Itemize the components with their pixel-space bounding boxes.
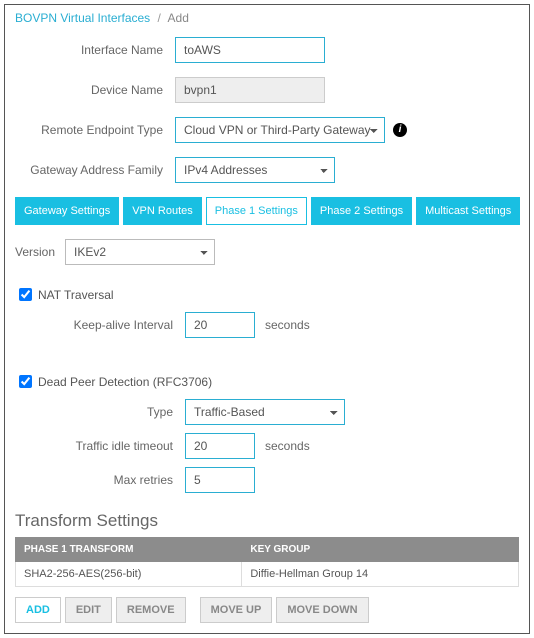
gw-family-select[interactable]: IPv4 Addresses: [175, 157, 335, 183]
keepalive-input[interactable]: [185, 312, 255, 338]
breadcrumb-root-link[interactable]: BOVPN Virtual Interfaces: [15, 11, 150, 25]
dpd-checkbox[interactable]: [19, 375, 32, 388]
cell-keygroup: Diffie-Hellman Group 14: [242, 562, 519, 587]
nat-traversal-checkbox[interactable]: [19, 288, 32, 301]
breadcrumb-sep: /: [158, 11, 161, 25]
interface-name-label: Interface Name: [15, 43, 175, 57]
moveup-button[interactable]: MOVE UP: [200, 597, 273, 623]
tab-multicast-settings[interactable]: Multicast Settings: [416, 197, 520, 225]
cell-transform: SHA2-256-AES(256-bit): [16, 562, 242, 587]
nat-traversal-label: NAT Traversal: [38, 288, 114, 302]
idle-timeout-input[interactable]: [185, 433, 255, 459]
col-key-group: Key Group: [242, 538, 519, 562]
add-button[interactable]: ADD: [15, 597, 61, 623]
remote-endpoint-label: Remote Endpoint Type: [15, 123, 175, 137]
version-select[interactable]: IKEv2: [65, 239, 215, 265]
remote-endpoint-select[interactable]: Cloud VPN or Third-Party Gateway: [175, 117, 385, 143]
keepalive-unit: seconds: [265, 318, 310, 332]
info-icon[interactable]: i: [393, 123, 407, 137]
interface-name-input[interactable]: [175, 37, 325, 63]
idle-timeout-label: Traffic idle timeout: [15, 439, 185, 453]
tab-phase1-settings[interactable]: Phase 1 Settings: [206, 197, 307, 225]
gw-family-label: Gateway Address Family: [15, 163, 175, 177]
max-retries-input[interactable]: [185, 467, 255, 493]
device-name-input: [175, 77, 325, 103]
dpd-type-select[interactable]: Traffic-Based: [185, 399, 345, 425]
remove-button[interactable]: REMOVE: [116, 597, 186, 623]
col-phase1-transform: Phase 1 Transform: [16, 538, 242, 562]
tab-vpn-routes[interactable]: VPN Routes: [123, 197, 202, 225]
movedown-button[interactable]: MOVE DOWN: [276, 597, 368, 623]
keepalive-label: Keep-alive Interval: [15, 318, 185, 332]
breadcrumb: BOVPN Virtual Interfaces / Add: [15, 11, 519, 25]
max-retries-label: Max retries: [15, 473, 185, 487]
tabstrip: Gateway Settings VPN Routes Phase 1 Sett…: [15, 197, 519, 225]
table-row[interactable]: SHA2-256-AES(256-bit) Diffie-Hellman Gro…: [16, 562, 519, 587]
transform-heading: Transform Settings: [15, 511, 519, 531]
tab-gateway-settings[interactable]: Gateway Settings: [15, 197, 119, 225]
idle-timeout-unit: seconds: [265, 439, 310, 453]
version-label: Version: [15, 245, 65, 259]
breadcrumb-current: Add: [168, 11, 189, 25]
dpd-type-label: Type: [15, 405, 185, 419]
dpd-label: Dead Peer Detection (RFC3706): [38, 375, 212, 389]
transform-table: Phase 1 Transform Key Group SHA2-256-AES…: [15, 537, 519, 587]
edit-button[interactable]: EDIT: [65, 597, 112, 623]
device-name-label: Device Name: [15, 83, 175, 97]
tab-phase2-settings[interactable]: Phase 2 Settings: [311, 197, 412, 225]
